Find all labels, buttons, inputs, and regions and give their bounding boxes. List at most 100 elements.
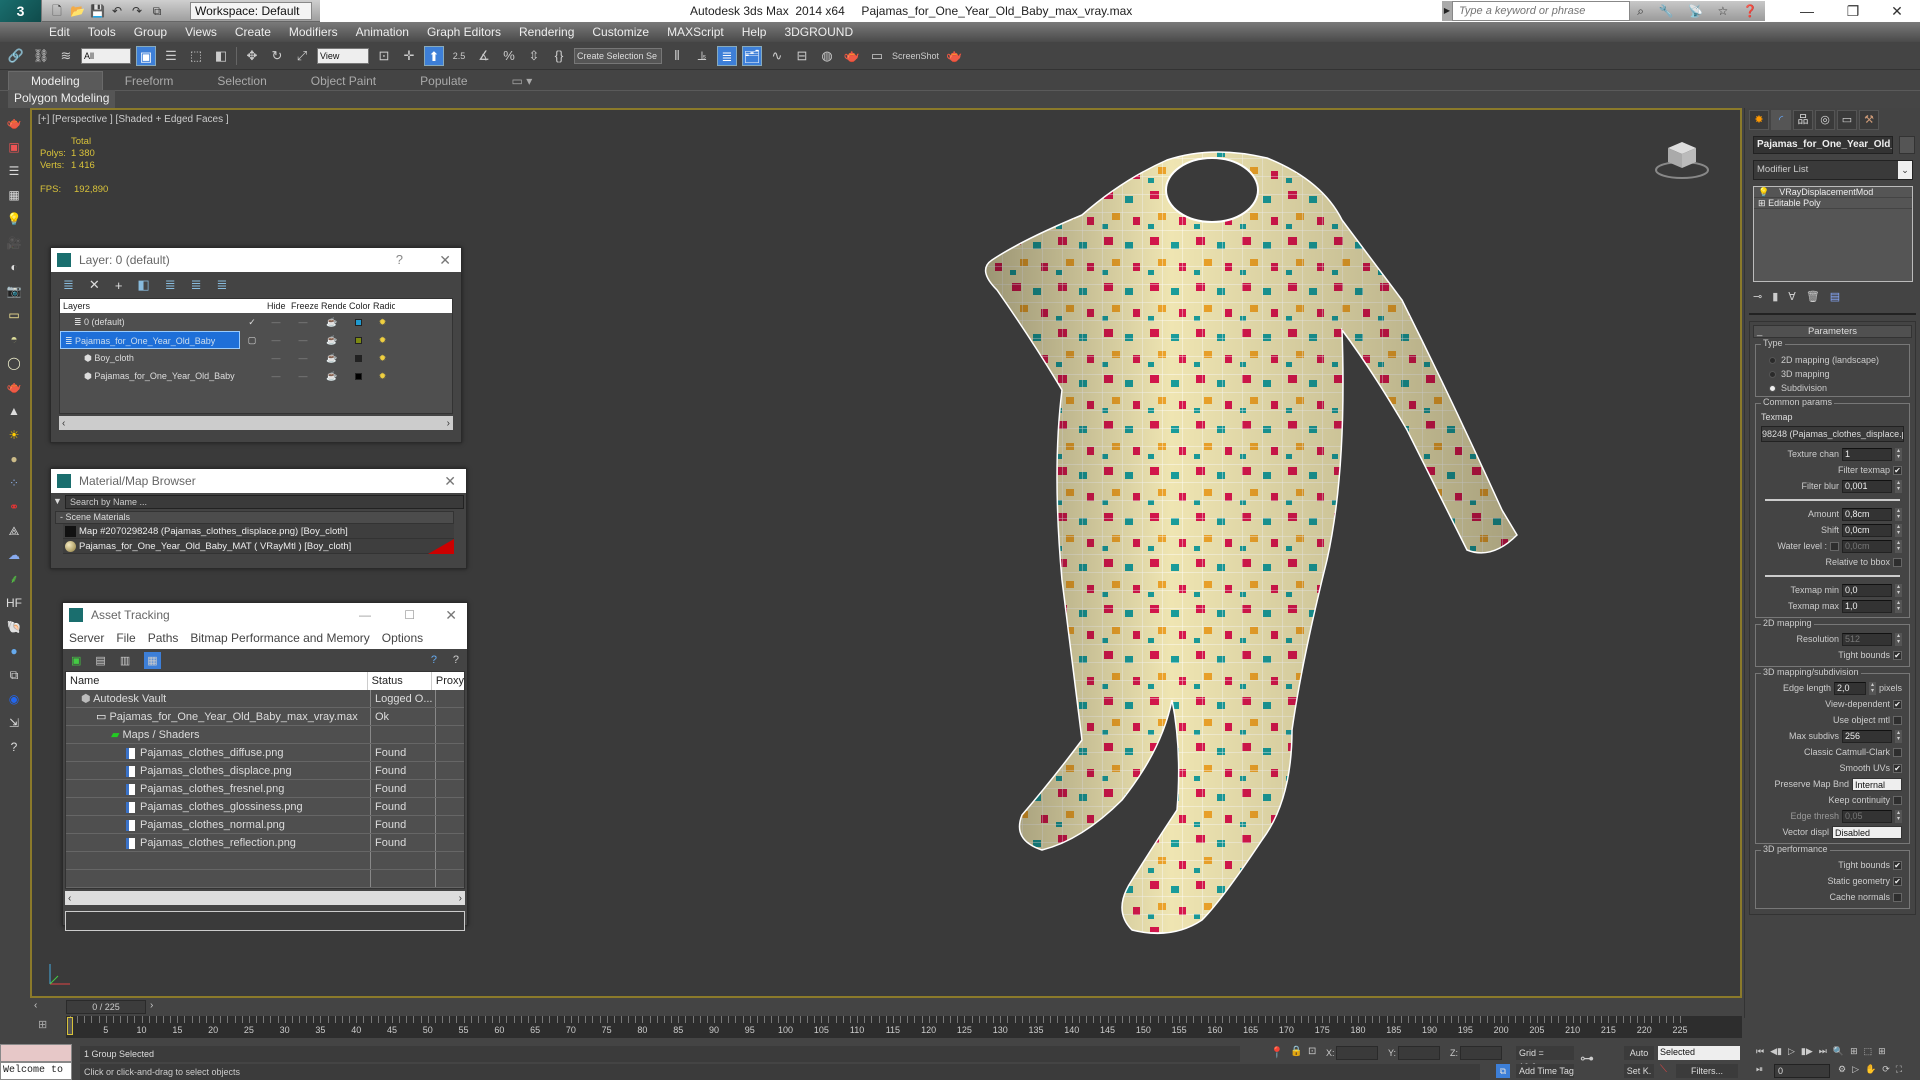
set-key-icon[interactable]: ⊶ — [1580, 1050, 1594, 1067]
add-time-tag-button[interactable]: Add Time Tag — [1516, 1064, 1574, 1078]
cloud-icon[interactable]: ☁ — [5, 546, 23, 564]
options-menu-icon[interactable]: ▼ — [53, 496, 62, 506]
star-icon[interactable]: ☆ — [1717, 4, 1728, 18]
edge-length-field[interactable]: 2,0 — [1833, 681, 1866, 695]
x-coordinate-field[interactable] — [1336, 1046, 1378, 1060]
layer-name[interactable]: ≣ 0 (default) — [60, 313, 240, 331]
asset-row[interactable] — [66, 852, 464, 870]
cone-icon[interactable]: ▲ — [5, 402, 23, 420]
tab-selection[interactable]: Selection — [195, 72, 288, 90]
layer-current-toggle[interactable] — [240, 349, 264, 367]
vault-options-icon[interactable]: ? — [453, 654, 459, 666]
relative-bbox-checkbox[interactable] — [1893, 557, 1902, 567]
radiosity-icon[interactable]: ✹ — [370, 331, 395, 349]
asset-tracking-titlebar[interactable]: Asset Tracking — ☐ ✕ — [63, 603, 467, 627]
close-icon[interactable]: ✕ — [445, 603, 457, 627]
project-folder-icon[interactable]: ⧉ — [150, 4, 164, 18]
spinner[interactable]: ▴ ▾ — [1895, 479, 1902, 493]
delete-layer-icon[interactable]: ✕ — [89, 277, 100, 293]
next-frame-icon[interactable]: ▮▶ — [1801, 1046, 1813, 1057]
layer-row[interactable]: ⬢ Pajamas_for_One_Year_Old_Baby — — ☕ ✹ — [60, 367, 452, 385]
auto-key-button[interactable]: Auto — [1624, 1046, 1654, 1060]
asset-name[interactable]: ⬢ Autodesk Vault — [66, 690, 371, 707]
cache-normals-checkbox[interactable] — [1893, 892, 1902, 902]
color-swatch[interactable] — [354, 337, 362, 345]
minimize-button[interactable]: — — [1784, 0, 1830, 22]
align-icon[interactable]: ⫡ — [692, 46, 712, 66]
filter-texmap-checkbox[interactable]: ✔ — [1893, 465, 1902, 475]
new-file-icon[interactable]: 🗋 — [50, 4, 64, 18]
shift-field[interactable]: 0,0cm — [1842, 523, 1892, 537]
set-key-button[interactable]: Set K. — [1624, 1064, 1654, 1078]
key-filter-dropdown[interactable]: Selected — [1658, 1046, 1740, 1060]
lightbulb-icon[interactable]: 💡 — [1758, 187, 1769, 197]
molecule-icon[interactable]: ⚭ — [5, 498, 23, 516]
close-icon[interactable]: ✕ — [439, 248, 451, 272]
make-unique-icon[interactable]: ∀ — [1788, 290, 1796, 303]
asset-row[interactable]: ▭ Pajamas_for_One_Year_Old_Baby_max_vray… — [66, 708, 464, 726]
menu-edit[interactable]: Edit — [40, 25, 79, 39]
maxscript-output[interactable]: Welcome to — [0, 1062, 72, 1080]
column-proxy[interactable]: Proxy — [432, 672, 464, 690]
zoom-extents-all-icon[interactable]: ⊞ — [1878, 1046, 1886, 1057]
object-color-swatch[interactable] — [1899, 136, 1915, 154]
rotate-icon[interactable]: ↻ — [267, 46, 287, 66]
export-icon[interactable]: ⇲ — [5, 714, 23, 732]
utilities-tab-icon[interactable]: ⚒ — [1859, 110, 1879, 130]
keep-continuity-checkbox[interactable] — [1893, 795, 1902, 805]
freeze-toggle[interactable]: — — [288, 349, 318, 367]
asset-row[interactable]: ⬢ Autodesk Vault Logged O... — [66, 690, 464, 708]
edge-thresh-field[interactable]: 0,05 — [1842, 809, 1892, 823]
scale-icon[interactable]: ⤢ — [292, 46, 312, 66]
material-list-item[interactable]: Pajamas_for_One_Year_Old_Baby_MAT ( VRay… — [63, 539, 454, 554]
hide-toggle[interactable]: — — [264, 313, 288, 331]
radiosity-icon[interactable]: ✹ — [370, 349, 395, 367]
use-object-mtl-checkbox[interactable] — [1893, 715, 1902, 725]
expand-icon[interactable]: ⊞ — [1758, 198, 1766, 208]
configure-sets-icon[interactable]: ▤ — [1830, 290, 1840, 303]
tab-populate[interactable]: Populate — [398, 72, 489, 90]
hierarchy-tab-icon[interactable]: 品 — [1793, 110, 1813, 130]
layer-name[interactable]: ⬢ Pajamas_for_One_Year_Old_Baby — [60, 367, 240, 385]
maximize-icon[interactable]: ☐ — [404, 603, 415, 627]
polygon-modeling-panel[interactable]: Polygon Modeling — [8, 90, 116, 108]
named-selection-dropdown[interactable]: Create Selection Se — [574, 47, 662, 64]
color-swatch[interactable] — [354, 319, 362, 327]
select-manipulate-icon[interactable]: ✛ — [399, 46, 419, 66]
spinner[interactable]: ▴ ▾ — [1895, 583, 1902, 597]
tab-object-paint[interactable]: Object Paint — [289, 72, 398, 90]
render-toggle-icon[interactable]: ☕ — [318, 331, 346, 349]
max-subdivs-field[interactable]: 256 — [1842, 729, 1892, 743]
camera-icon[interactable]: 🎥 — [5, 234, 23, 252]
create-tab-icon[interactable]: ✸ — [1749, 110, 1769, 130]
stack-item-vray-displacement[interactable]: 💡 VRayDisplacementMod — [1754, 187, 1912, 198]
infocenter-search-input[interactable] — [1452, 1, 1630, 21]
next-frame-button[interactable]: › — [150, 1000, 153, 1011]
window-crossing-icon[interactable]: ◧ — [211, 46, 231, 66]
menu-3dground[interactable]: 3DGROUND — [775, 25, 862, 39]
menu-maxscript[interactable]: MAXScript — [658, 25, 733, 39]
play-icon[interactable]: ▷ — [1788, 1046, 1795, 1057]
binoculars-icon[interactable]: ⌕ — [1637, 4, 1644, 19]
open-file-icon[interactable]: 📂 — [70, 4, 85, 18]
help-icon[interactable]: ❓ — [1743, 4, 1758, 18]
field-of-view-icon[interactable]: ▷ — [1852, 1064, 1859, 1075]
layer-column-header[interactable] — [240, 299, 264, 313]
y-coordinate-field[interactable] — [1398, 1046, 1440, 1060]
texmap-max-field[interactable]: 1,0 — [1842, 599, 1892, 613]
tab-freeform[interactable]: Freeform — [103, 72, 196, 90]
asset-name[interactable] — [66, 852, 371, 869]
selection-filter-dropdown[interactable]: All — [81, 47, 131, 64]
modify-tab-icon[interactable]: ◜ — [1771, 110, 1791, 130]
freeze-toggle[interactable]: — — [288, 313, 318, 331]
sphere-icon[interactable]: ● — [5, 450, 23, 468]
select-object-icon[interactable]: ▣ — [136, 45, 156, 66]
key-icon[interactable]: 🔧 — [1659, 4, 1674, 18]
static-geometry-checkbox[interactable]: ✔ — [1893, 876, 1902, 886]
preserve-map-dropdown[interactable]: Internal — [1852, 777, 1902, 791]
key-mode-icon[interactable]: ⟍ — [1660, 1064, 1667, 1075]
ref-coord-dropdown[interactable]: View — [317, 47, 369, 64]
undo-icon[interactable]: ↶ — [110, 4, 124, 18]
go-to-end-icon[interactable]: ⏭ — [1819, 1046, 1827, 1057]
layer-column-header[interactable]: Freeze — [288, 299, 318, 313]
